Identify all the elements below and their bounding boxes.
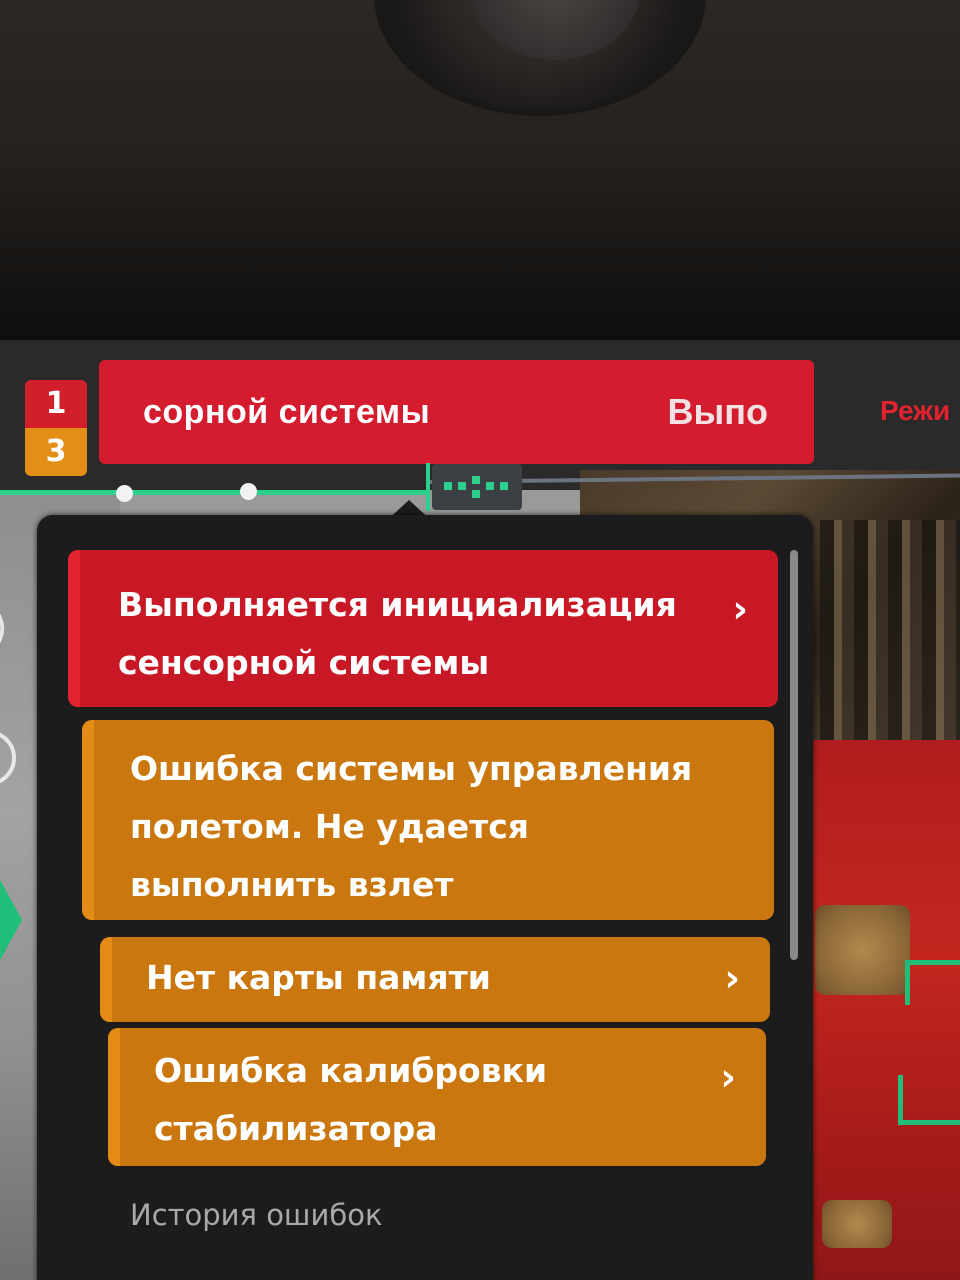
timeline-dot <box>116 485 133 502</box>
alert-text: сорной системы <box>143 392 431 431</box>
timeline-dot <box>240 483 257 500</box>
chevron-right-icon: › <box>724 956 740 1000</box>
warning-item-no-sd-card[interactable]: Нет карты памяти › <box>100 937 770 1022</box>
warning-item-gimbal-calibration[interactable]: Ошибка калибровки стабилизатора › <box>108 1028 766 1166</box>
severity-accent <box>100 937 112 1022</box>
warning-item-text: Ошибка системы управления полетом. Не уд… <box>130 749 693 904</box>
alert-action-label[interactable]: Выпо <box>668 391 768 433</box>
camera-view <box>822 1200 892 1248</box>
focus-frame-corner <box>898 1075 960 1125</box>
severity-accent <box>108 1028 120 1166</box>
warning-item-text: Выполняется инициализация сенсорной сист… <box>118 585 677 682</box>
warning-item-text: Ошибка калибровки стабилизатора <box>154 1051 548 1148</box>
alert-banner[interactable]: сорной системы Выпо <box>99 360 814 464</box>
signal-timeline <box>0 490 430 495</box>
camera-view <box>820 520 960 740</box>
warning-item-text: Нет карты памяти <box>146 958 491 997</box>
chevron-right-icon: › <box>732 587 748 631</box>
warning-counter[interactable]: 1 3 <box>25 380 87 476</box>
navigation-arrow-icon[interactable] <box>0 880 22 960</box>
flight-mode-label[interactable]: Режи <box>880 395 950 427</box>
camera-view <box>815 905 910 995</box>
focus-frame-corner <box>905 960 960 1005</box>
severity-accent <box>68 550 80 707</box>
camera-view <box>800 740 960 1280</box>
warning-item-flight-control[interactable]: Ошибка системы управления полетом. Не уд… <box>82 720 774 920</box>
warning-item-sensor-init[interactable]: Выполняется инициализация сенсорной сист… <box>68 550 778 707</box>
wifi-signal-icon[interactable]: ) <box>0 605 8 651</box>
signal-strength-icon[interactable] <box>432 464 522 510</box>
error-count: 1 <box>25 380 87 428</box>
chevron-right-icon: › <box>720 1055 736 1099</box>
severity-accent <box>82 720 94 920</box>
panel-scrollbar[interactable] <box>790 550 798 960</box>
warning-count: 3 <box>25 428 87 476</box>
error-history-link[interactable]: История ошибок <box>130 1198 382 1232</box>
